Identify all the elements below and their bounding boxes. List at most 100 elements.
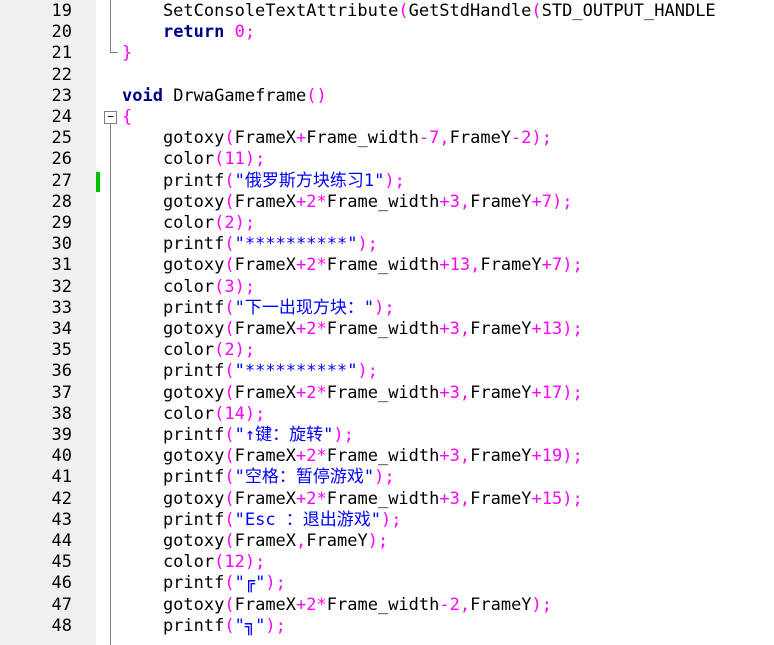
code-text[interactable]: gotoxy(FrameX+2*Frame_width+3,FrameY+17)… <box>122 383 583 404</box>
code-text[interactable]: { <box>122 107 132 128</box>
code-line[interactable]: 25 gotoxy(FrameX+Frame_width-7,FrameY-2)… <box>0 128 774 149</box>
code-text[interactable]: color(3); <box>122 277 255 298</box>
code-token: FrameX <box>234 446 297 467</box>
line-number: 43 <box>51 509 72 530</box>
code-text[interactable]: color(2); <box>122 213 255 234</box>
line-number: 39 <box>51 425 72 445</box>
code-text[interactable]: printf("空格：暂停游戏"); <box>122 467 395 488</box>
code-line[interactable]: 41 printf("空格：暂停游戏"); <box>0 467 774 488</box>
code-line[interactable]: 35 color(2); <box>0 340 774 361</box>
code-token: * <box>316 594 327 615</box>
code-line[interactable]: 20 return 0; <box>0 22 774 43</box>
code-token: * <box>316 191 327 212</box>
code-line[interactable]: 47 gotoxy(FrameX+2*Frame_width-2,FrameY)… <box>0 595 774 616</box>
code-token: * <box>316 382 327 403</box>
code-line[interactable]: 46 printf("╔"); <box>0 573 774 594</box>
code-text[interactable]: color(2); <box>122 340 255 361</box>
code-text[interactable]: gotoxy(FrameX+Frame_width-7,FrameY-2); <box>122 128 552 149</box>
code-token: 3 <box>224 276 235 297</box>
code-text[interactable]: gotoxy(FrameX+2*Frame_width+13,FrameY+7)… <box>122 255 583 276</box>
code-token: + <box>439 446 450 467</box>
code-text[interactable]: gotoxy(FrameX+2*Frame_width+3,FrameY+15)… <box>122 489 583 510</box>
code-token: ); <box>333 425 354 445</box>
code-text[interactable]: void DrwaGameframe() <box>122 86 327 107</box>
code-token: FrameY <box>470 594 532 615</box>
code-line[interactable]: 43 printf("Esc ：退出游戏"); <box>0 510 774 531</box>
code-line[interactable]: 38 color(14); <box>0 404 774 425</box>
code-token: ); <box>244 149 266 170</box>
code-token: 2 <box>306 255 317 276</box>
code-text[interactable]: printf("╔"); <box>122 573 286 594</box>
code-line[interactable]: 31 gotoxy(FrameX+2*Frame_width+13,FrameY… <box>0 255 774 276</box>
code-token: FrameX <box>234 319 297 339</box>
code-token: ( <box>224 191 235 212</box>
code-line[interactable]: 29 color(2); <box>0 213 774 234</box>
code-text[interactable]: printf("下一出现方块："); <box>122 298 395 319</box>
code-text[interactable]: gotoxy(FrameX,FrameY); <box>122 531 388 552</box>
code-text[interactable]: SetConsoleTextAttribute(GetStdHandle(STD… <box>122 1 716 22</box>
code-line[interactable]: 27 printf("俄罗斯方块练习1"); <box>0 171 774 192</box>
code-line[interactable]: 42 gotoxy(FrameX+2*Frame_width+3,FrameY+… <box>0 489 774 510</box>
code-token: + <box>296 446 307 467</box>
code-line[interactable]: 37 gotoxy(FrameX+2*Frame_width+3,FrameY+… <box>0 383 774 404</box>
code-line[interactable]: 19 SetConsoleTextAttribute(GetStdHandle(… <box>0 1 774 22</box>
code-token: + <box>296 319 307 339</box>
code-line[interactable]: 26 color(11); <box>0 149 774 170</box>
code-token: FrameY <box>470 319 532 339</box>
code-line[interactable]: 45 color(12); <box>0 552 774 573</box>
code-line[interactable]: 33 printf("下一出现方块："); <box>0 298 774 319</box>
code-line[interactable]: 28 gotoxy(FrameX+2*Frame_width+3,FrameY+… <box>0 192 774 213</box>
code-text[interactable]: gotoxy(FrameX+2*Frame_width+3,FrameY+19)… <box>122 446 583 467</box>
code-text[interactable]: color(12); <box>122 552 265 573</box>
code-text[interactable]: printf("**********"); <box>122 361 378 382</box>
code-line[interactable]: 39 printf("↑键：旋转"); <box>0 425 774 446</box>
code-line[interactable]: 32 color(3); <box>0 277 774 298</box>
code-token: color <box>122 213 215 233</box>
code-token: , <box>439 128 450 149</box>
code-token: + <box>296 128 307 149</box>
code-token: ( <box>224 170 235 191</box>
code-text[interactable]: gotoxy(FrameX+2*Frame_width-2,FrameY); <box>122 595 552 616</box>
code-token: ); <box>531 594 553 615</box>
code-text[interactable]: return 0; <box>122 22 255 43</box>
code-line[interactable]: 22 <box>0 65 774 86</box>
code-token: + <box>296 255 307 276</box>
code-token: ( <box>224 234 235 255</box>
code-line[interactable]: 21} <box>0 43 774 64</box>
code-token: + <box>439 255 450 276</box>
code-line[interactable]: 36 printf("**********"); <box>0 361 774 382</box>
code-token: "**********" <box>234 361 358 382</box>
code-editor[interactable]: 19 SetConsoleTextAttribute(GetStdHandle(… <box>0 0 774 645</box>
code-line[interactable]: 34 gotoxy(FrameX+2*Frame_width+3,FrameY+… <box>0 319 774 340</box>
code-token: FrameX <box>234 191 297 212</box>
code-text[interactable]: color(14); <box>122 404 265 425</box>
code-token: ); <box>234 213 256 233</box>
code-token: ( <box>224 488 235 509</box>
code-token: 3 <box>449 191 460 212</box>
code-line[interactable]: 30 printf("**********"); <box>0 234 774 255</box>
code-token: printf <box>122 615 225 636</box>
code-token: 2 <box>306 446 317 467</box>
code-token: ( <box>224 319 235 339</box>
code-line[interactable]: 23 void DrwaGameframe() <box>0 86 774 107</box>
code-text[interactable]: } <box>122 43 132 64</box>
code-text[interactable]: printf("╗"); <box>122 616 286 637</box>
code-token: 0 <box>234 22 245 43</box>
code-line[interactable]: 44 gotoxy(FrameX,FrameY); <box>0 531 774 552</box>
code-line[interactable]: 24 { <box>0 107 774 128</box>
code-text[interactable]: printf("Esc ：退出游戏"); <box>122 510 402 531</box>
code-line[interactable]: 40 gotoxy(FrameX+2*Frame_width+3,FrameY+… <box>0 446 774 467</box>
code-text[interactable]: printf("**********"); <box>122 234 378 255</box>
code-text[interactable]: printf("俄罗斯方块练习1"); <box>122 171 405 192</box>
line-number: 46 <box>51 573 72 594</box>
line-number: 28 <box>51 191 72 212</box>
code-text[interactable]: gotoxy(FrameX+2*Frame_width+3,FrameY+13)… <box>122 319 583 340</box>
code-token: ( <box>398 1 409 21</box>
code-text[interactable]: color(11); <box>122 149 265 170</box>
line-number: 47 <box>51 594 72 615</box>
code-token: printf <box>122 361 225 382</box>
code-line[interactable]: 48 printf("╗"); <box>0 616 774 637</box>
code-text[interactable]: gotoxy(FrameX+2*Frame_width+3,FrameY+7); <box>122 192 573 213</box>
code-text[interactable]: printf("↑键：旋转"); <box>122 425 354 446</box>
